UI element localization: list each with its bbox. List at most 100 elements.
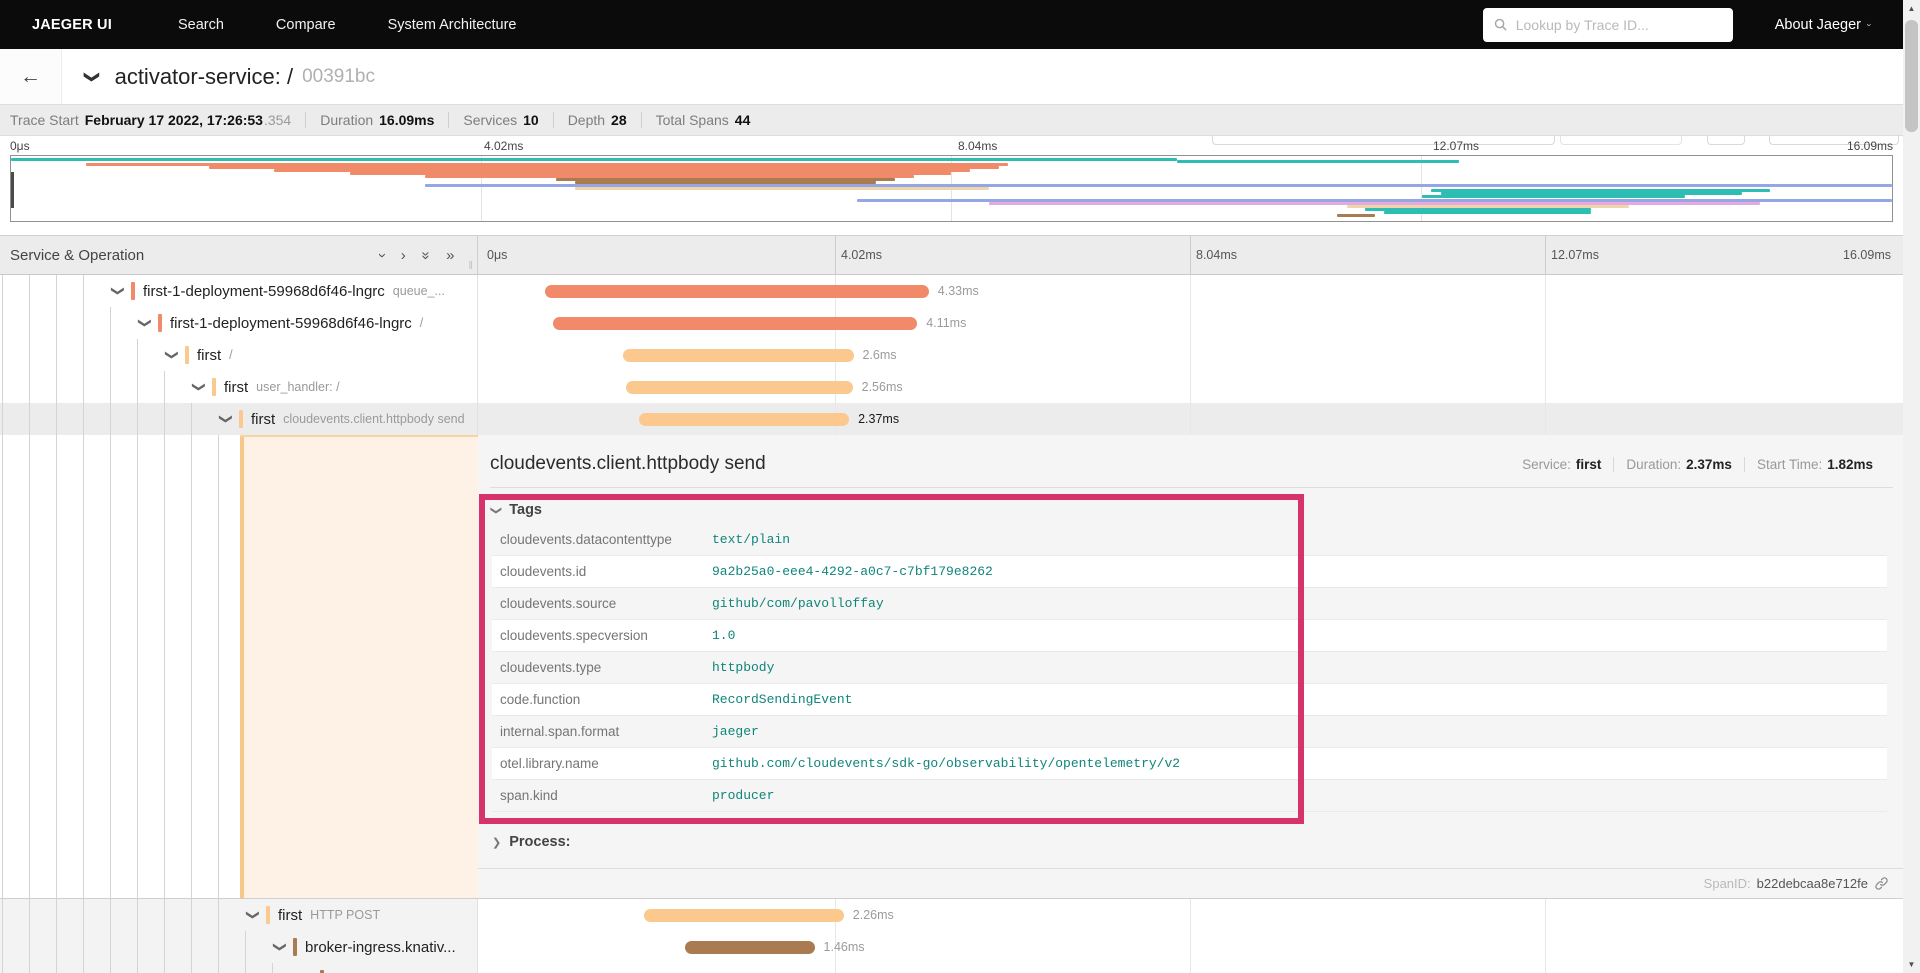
chevron-down-icon[interactable]: ❯ <box>110 285 126 297</box>
timeline-header: Service & Operation › › » » ‖ 0μs 4.02ms… <box>0 235 1903 275</box>
service-name: broker-ingress.knativ... <box>305 938 456 956</box>
span-row-selected[interactable]: ❯ first cloudevents.client.httpbody send 2… <box>0 403 1903 435</box>
chevron-down-icon[interactable]: ❯ <box>164 349 180 361</box>
indent-guides <box>2 931 272 963</box>
service-operation-label: Service & Operation <box>10 246 145 264</box>
scrollbar-thumb[interactable] <box>1905 20 1918 132</box>
nav-item-search[interactable]: Search <box>178 17 224 33</box>
span-row[interactable]: ❯ first-1-deployment-59968d6f46-lngrc / 4.… <box>0 307 1903 339</box>
indent-guides <box>2 435 240 898</box>
scrollbar[interactable]: ▲ ▼ <box>1903 0 1920 973</box>
expand-all-icon[interactable]: » <box>446 247 454 264</box>
service-color-bar <box>158 314 162 332</box>
indent-guides <box>2 963 299 973</box>
tags-header[interactable]: ❯ Tags <box>490 496 1893 524</box>
detail-span-title: cloudevents.client.httpbody send <box>490 453 766 474</box>
tag-row: cloudevents.specversion 1.0 <box>492 620 1887 652</box>
trace-id-lookup[interactable] <box>1482 7 1733 42</box>
ruler-gridline <box>1190 236 1191 274</box>
ruler-gridline <box>1545 236 1546 274</box>
process-header[interactable]: ❯ Process: <box>492 828 1893 856</box>
minimap-scrubber-handle[interactable] <box>11 172 14 208</box>
tag-key: cloudevents.type <box>500 660 602 675</box>
service-color-bar <box>212 378 216 396</box>
span-row[interactable]: ❯ first user_handler: / 2.56ms <box>0 371 1903 403</box>
chevron-down-icon[interactable]: ❯ <box>137 317 153 329</box>
span-row[interactable]: ❯broker-ingress.kn... 1.28ms <box>0 963 1903 973</box>
stat-value: 28 <box>611 112 627 128</box>
chevron-down-icon[interactable]: ❯ <box>245 909 261 921</box>
tag-key: cloudevents.specversion <box>500 628 648 643</box>
chevron-down-icon[interactable]: ❯ <box>218 413 234 425</box>
tag-row: cloudevents.datacontenttype text/plain <box>492 524 1887 556</box>
indent-guides <box>2 307 137 339</box>
chevron-down-icon[interactable]: ❯ <box>191 381 207 393</box>
detail-duration: Duration: 2.37ms <box>1613 457 1744 472</box>
nav-menu: Search Compare System Architecture <box>178 17 517 33</box>
span-bar[interactable] <box>553 317 918 330</box>
trace-minimap[interactable] <box>10 155 1893 222</box>
stat-value: 16.09ms <box>379 112 435 128</box>
process-label: Process: <box>509 834 571 850</box>
detail-service: Service: first <box>1522 457 1602 472</box>
nav-item-system-architecture[interactable]: System Architecture <box>388 17 517 33</box>
service-name: first <box>224 378 249 396</box>
ruler-tick: 12.07ms <box>1551 248 1599 262</box>
scroll-up-arrow-icon[interactable]: ▲ <box>1903 0 1920 17</box>
brand-logo[interactable]: JAEGER UI <box>32 17 112 33</box>
collapse-one-icon[interactable]: › <box>374 253 391 258</box>
span-bar[interactable] <box>545 285 929 298</box>
service-color-bar <box>185 346 189 364</box>
jaeger-app: JAEGER UI Search Compare System Architec… <box>0 0 1903 973</box>
stat-depth: Depth 28 <box>552 112 641 128</box>
tag-value: 1.0 <box>712 628 736 643</box>
span-bar[interactable] <box>623 349 854 362</box>
expand-collapse-controls: › › » » <box>374 247 455 264</box>
back-button[interactable]: ← <box>0 49 62 104</box>
tag-key: span.kind <box>500 788 558 803</box>
span-duration: 2.37ms <box>858 412 900 426</box>
ruler-tick: 4.02ms <box>484 139 524 153</box>
span-row[interactable]: ❯ first / 2.6ms <box>0 339 1903 371</box>
span-detail-panel: cloudevents.client.httpbody send Service… <box>0 435 1903 899</box>
span-duration: 2.26ms <box>852 908 894 922</box>
span-bar[interactable] <box>643 909 844 922</box>
span-row[interactable]: ❯ first-1-deployment-59968d6f46-lngrc queu… <box>0 275 1903 307</box>
search-icon <box>1493 17 1508 32</box>
span-duration: 2.56ms <box>861 380 903 394</box>
service-color-bar <box>293 938 297 956</box>
indent-guides <box>2 371 191 403</box>
stat-label: Total Spans <box>655 112 729 128</box>
trace-id-lookup-input[interactable] <box>1515 16 1723 33</box>
collapse-all-icon[interactable]: » <box>417 251 434 259</box>
ruler-tick: 0μs <box>10 139 30 153</box>
span-row[interactable]: ❯ broker-ingress.knativ... 1.46ms <box>0 931 1903 963</box>
nav-item-compare[interactable]: Compare <box>276 17 336 33</box>
about-jaeger-menu[interactable]: About Jaeger › <box>1775 17 1875 33</box>
tag-key: cloudevents.source <box>500 596 617 611</box>
trace-collapse-chevron-icon[interactable]: ❯ <box>83 70 101 83</box>
span-bar[interactable] <box>625 381 853 394</box>
column-resize-handle[interactable]: ‖ <box>468 260 473 272</box>
expand-one-icon[interactable]: › <box>401 247 406 264</box>
scroll-down-arrow-icon[interactable]: ▼ <box>1903 956 1920 973</box>
trace-stats-bar: Trace Start February 17 2022, 17:26:53 .… <box>0 104 1903 136</box>
chevron-down-icon[interactable]: ❯ <box>272 941 288 953</box>
ruler-tick: 16.09ms <box>1846 139 1893 153</box>
stat-label: Duration <box>320 112 374 128</box>
detail-divider <box>490 487 1893 488</box>
tag-key: cloudevents.datacontenttype <box>500 532 672 547</box>
copy-link-icon[interactable] <box>1874 876 1889 891</box>
chevron-right-icon: ❯ <box>492 836 502 849</box>
service-operation-header: Service & Operation › › » » ‖ <box>0 236 478 274</box>
stat-value: February 17 2022, 17:26:53 <box>84 112 263 128</box>
operation-name: / <box>229 348 233 362</box>
span-bar[interactable] <box>639 413 850 426</box>
service-name: first <box>197 346 222 364</box>
tags-label: Tags <box>509 502 542 518</box>
trace-header-bar: ← ❯ activator-service: / 00391bc ◎ ∧ ∨ ×… <box>0 49 1903 145</box>
arrow-left-icon: ← <box>20 64 41 88</box>
indent-guides <box>2 339 164 371</box>
span-row[interactable]: ❯ first HTTP POST 2.26ms <box>0 899 1903 931</box>
span-bar[interactable] <box>685 941 815 954</box>
